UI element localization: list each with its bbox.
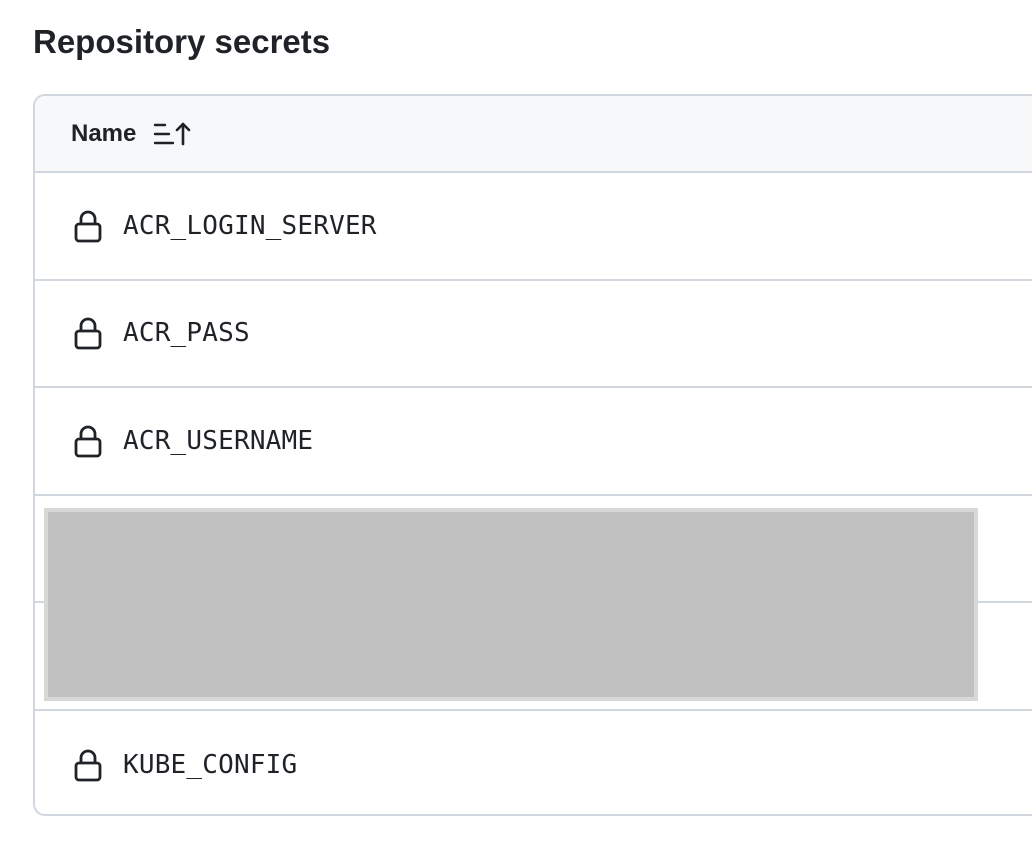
secret-name: ACR_LOGIN_SERVER [123,210,377,241]
lock-icon [73,424,103,458]
column-header-name: Name [71,119,137,147]
secret-name: KUBE_CONFIG [123,749,298,780]
secrets-table: Name ACR_LOGIN_SERVER ACR_PASS ACR_USERN… [33,94,1032,816]
secrets-page: Repository secrets Name ACR_LOGIN_SERVER… [0,0,1032,846]
secret-name: ACR_PASS [123,318,250,349]
redaction-block [44,508,978,701]
lock-icon [73,209,103,243]
lock-icon [73,316,103,350]
secret-name: ACR_USERNAME [123,425,314,456]
sort-button[interactable] [152,118,192,150]
table-row: ACR_LOGIN_SERVER [35,173,1032,281]
table-row: ACR_USERNAME [35,388,1032,496]
table-header: Name [35,96,1032,173]
section-title: Repository secrets [33,23,331,60]
sort-ascending-icon [154,122,191,145]
table-row: KUBE_CONFIG [35,711,1032,814]
lock-icon [73,748,103,782]
table-row: ACR_PASS [35,281,1032,389]
